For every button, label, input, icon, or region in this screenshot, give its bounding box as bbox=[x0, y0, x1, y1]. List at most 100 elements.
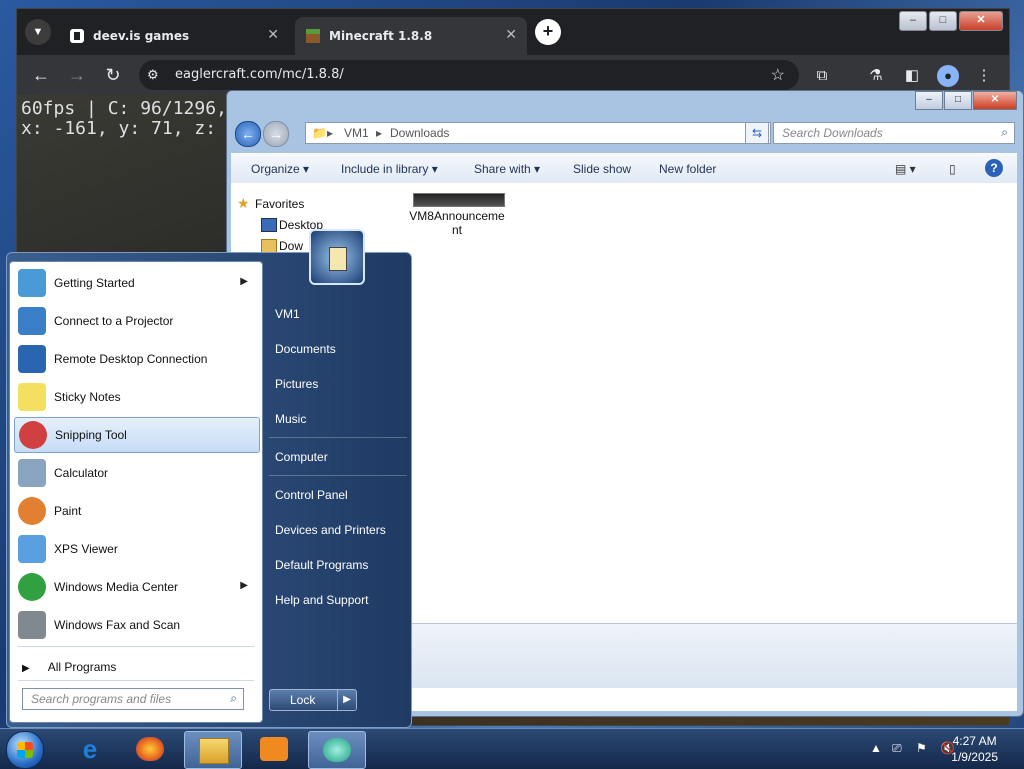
explorer-forward-icon[interactable]: → bbox=[263, 121, 289, 147]
separator bbox=[269, 475, 407, 476]
browser-toolbar: ← → ↻ ⚙ eaglercraft.com/mc/1.8.8/ ☆ ⧉ ⚗ … bbox=[17, 55, 1009, 95]
start-right-default-programs[interactable]: Default Programs bbox=[275, 558, 368, 572]
start-right-vm1[interactable]: VM1 bbox=[275, 307, 300, 321]
windows-logo-icon bbox=[17, 742, 33, 758]
breadcrumb-downloads[interactable]: Downloads bbox=[390, 126, 449, 140]
tab-close-icon[interactable]: ✕ bbox=[267, 27, 279, 43]
program-snipping-tool[interactable]: Snipping Tool bbox=[14, 417, 260, 453]
folder-icon bbox=[261, 239, 277, 253]
start-right-help-support[interactable]: Help and Support bbox=[275, 593, 368, 607]
tab-label: deev.is games bbox=[93, 29, 190, 43]
taskbar-firefox[interactable] bbox=[122, 731, 178, 767]
clock[interactable]: 4:27 AM 1/9/2025 bbox=[951, 733, 998, 765]
labs-flask-icon[interactable]: ⚗ bbox=[865, 65, 887, 87]
debug-coords-line: x: -161, y: 71, z: 243 bbox=[21, 118, 260, 139]
side-panel-icon[interactable]: ◧ bbox=[901, 65, 923, 87]
nav-downloads[interactable]: Dow bbox=[261, 239, 303, 253]
bookmark-star-icon[interactable]: ☆ bbox=[771, 65, 785, 85]
sticky-notes-icon bbox=[18, 383, 46, 411]
shutdown-options-chevron-icon[interactable]: ▶ bbox=[337, 690, 356, 710]
back-arrow-icon[interactable]: ← bbox=[29, 63, 53, 87]
getting-started-icon bbox=[18, 269, 46, 297]
program-getting-started[interactable]: Getting Started ▶ bbox=[14, 266, 258, 300]
xps-viewer-icon bbox=[18, 535, 46, 563]
explorer-breadcrumb[interactable]: 📁▸ VM1 ▸ Downloads ▾ bbox=[305, 122, 771, 144]
forward-arrow-icon[interactable]: → bbox=[65, 63, 89, 87]
tab-minecraft[interactable]: Minecraft 1.8.8 ✕ bbox=[295, 17, 527, 55]
tab-strip: ▼ deev.is games ✕ Minecraft 1.8.8 ✕ + – … bbox=[17, 9, 1009, 55]
view-options-icon[interactable]: ▤ ▾ bbox=[895, 162, 916, 176]
taskbar-eaglercraft[interactable] bbox=[308, 731, 366, 769]
lock-button[interactable]: Lock ▶ bbox=[269, 689, 357, 711]
tab-deev-games[interactable]: deev.is games ✕ bbox=[59, 17, 289, 55]
nav-favorites[interactable]: ★ Favorites bbox=[237, 195, 304, 211]
network-icon[interactable]: ⎚ bbox=[892, 741, 902, 756]
taskbar-internet-explorer[interactable]: e bbox=[62, 731, 118, 767]
program-connect-projector[interactable]: Connect to a Projector bbox=[14, 304, 258, 338]
search-icon[interactable]: ⌕ bbox=[230, 691, 237, 706]
maximize-icon[interactable]: □ bbox=[929, 11, 957, 31]
help-icon[interactable]: ? bbox=[985, 159, 1003, 177]
program-xps-viewer[interactable]: XPS Viewer bbox=[14, 532, 258, 566]
close-window-icon[interactable]: ✕ bbox=[973, 91, 1017, 110]
close-window-icon[interactable]: ✕ bbox=[959, 11, 1003, 31]
explorer-address-row: ← → 📁▸ VM1 ▸ Downloads ▾ ⇆ Search Downlo… bbox=[235, 121, 1015, 147]
start-right-documents[interactable]: Documents bbox=[275, 342, 336, 356]
show-hidden-icons-icon[interactable]: ▲ bbox=[870, 741, 882, 755]
tab-search-button[interactable]: ▼ bbox=[25, 19, 51, 45]
action-center-flag-icon[interactable]: ⚑ bbox=[916, 741, 927, 755]
folder-icon: 📁▸ bbox=[312, 126, 333, 140]
start-right-music[interactable]: Music bbox=[275, 412, 306, 426]
new-tab-button[interactable]: + bbox=[535, 19, 561, 45]
tab-close-icon[interactable]: ✕ bbox=[505, 27, 517, 43]
taskbar-file-explorer[interactable] bbox=[184, 731, 242, 769]
breadcrumb-vm1[interactable]: VM1 bbox=[344, 126, 369, 140]
menu-dots-icon[interactable]: ⋮ bbox=[973, 65, 995, 87]
search-icon[interactable]: ⌕ bbox=[1001, 125, 1008, 140]
program-remote-desktop[interactable]: Remote Desktop Connection bbox=[14, 342, 258, 376]
file-thumbnail bbox=[413, 193, 505, 207]
program-fax-scan[interactable]: Windows Fax and Scan bbox=[14, 608, 258, 642]
start-right-computer[interactable]: Computer bbox=[275, 450, 328, 464]
taskbar-media-player[interactable] bbox=[246, 731, 302, 767]
snipping-tool-icon bbox=[19, 421, 47, 449]
organize-button[interactable]: Organize ▾ bbox=[251, 162, 309, 176]
maximize-icon[interactable]: □ bbox=[944, 91, 972, 110]
user-picture[interactable] bbox=[309, 229, 365, 285]
reload-icon[interactable]: ↻ bbox=[101, 63, 125, 87]
minimize-icon[interactable]: – bbox=[915, 91, 943, 110]
minecraft-favicon-icon bbox=[306, 29, 320, 43]
include-in-library-button[interactable]: Include in library ▾ bbox=[341, 162, 438, 176]
internet-explorer-icon: e bbox=[82, 734, 98, 764]
profile-avatar-icon[interactable]: ● bbox=[937, 65, 959, 87]
start-right-devices-printers[interactable]: Devices and Printers bbox=[275, 523, 386, 537]
explorer-search-input[interactable]: Search Downloads ⌕ bbox=[773, 122, 1015, 144]
star-icon: ★ bbox=[237, 195, 250, 211]
start-right-pictures[interactable]: Pictures bbox=[275, 377, 318, 391]
minimize-icon[interactable]: – bbox=[899, 11, 927, 31]
explorer-back-icon[interactable]: ← bbox=[235, 121, 261, 147]
site-info-icon[interactable]: ⚙ bbox=[147, 67, 159, 83]
start-button[interactable] bbox=[6, 731, 44, 769]
all-programs-button[interactable]: ▶ All Programs bbox=[22, 660, 116, 674]
refresh-icon[interactable]: ⇆ bbox=[745, 122, 769, 144]
system-tray: ▲ ⎚ ⚑ 🔇 4:27 AM 1/9/2025 bbox=[824, 729, 1024, 769]
preview-pane-icon[interactable]: ▯ bbox=[949, 162, 956, 176]
program-media-center[interactable]: Windows Media Center ▶ bbox=[14, 570, 258, 604]
debug-fps-line: 60fps | C: 96/1296, D bbox=[21, 98, 249, 119]
explorer-command-bar: Organize ▾ Include in library ▾ Share wi… bbox=[231, 153, 1017, 185]
program-paint[interactable]: Paint bbox=[14, 494, 258, 528]
slide-show-button[interactable]: Slide show bbox=[573, 162, 631, 176]
separator bbox=[269, 437, 407, 438]
program-sticky-notes[interactable]: Sticky Notes bbox=[14, 380, 258, 414]
address-bar[interactable]: ⚙ eaglercraft.com/mc/1.8.8/ ☆ bbox=[139, 60, 799, 90]
file-name: VM8Announcement bbox=[409, 209, 505, 237]
extensions-icon[interactable]: ⧉ bbox=[811, 65, 833, 87]
program-calculator[interactable]: Calculator bbox=[14, 456, 258, 490]
explorer-file-list: VM8Announcement bbox=[391, 183, 1017, 623]
share-with-button[interactable]: Share with ▾ bbox=[474, 162, 540, 176]
start-search-input[interactable]: Search programs and files ⌕ bbox=[22, 688, 244, 710]
start-right-control-panel[interactable]: Control Panel bbox=[275, 488, 348, 502]
tab-label: Minecraft 1.8.8 bbox=[329, 29, 433, 43]
new-folder-button[interactable]: New folder bbox=[659, 162, 716, 176]
